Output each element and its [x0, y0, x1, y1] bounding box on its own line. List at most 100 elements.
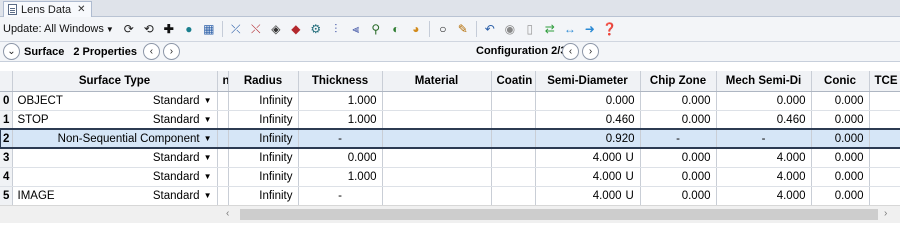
aperture-icon[interactable]: ○: [435, 21, 451, 37]
coating-cell[interactable]: [491, 148, 536, 168]
refresh-all-icon[interactable]: ⟲: [141, 21, 157, 37]
cube-2-icon[interactable]: ◆: [288, 21, 304, 37]
mech-semi-diameter-cell[interactable]: -: [716, 129, 812, 149]
thickness-cell[interactable]: -: [298, 129, 383, 149]
surface-type-cell[interactable]: Standard ▼: [12, 167, 218, 187]
cube-icon[interactable]: ◈: [268, 21, 284, 37]
help-icon[interactable]: ❓: [602, 21, 618, 37]
row-number[interactable]: 0: [0, 91, 13, 111]
comment-cell[interactable]: [217, 110, 229, 130]
close-icon[interactable]: ✕: [77, 4, 85, 15]
row-number[interactable]: 3: [0, 148, 13, 168]
conic-cell[interactable]: 0.000: [811, 186, 870, 206]
comment-cell[interactable]: [217, 129, 229, 149]
tce-cell[interactable]: 0.000: [869, 167, 900, 187]
row-number[interactable]: 4: [0, 167, 13, 187]
table-row[interactable]: 1 STOP Standard ▼ Infinity 1.000 0.460 0.000 0.4…: [0, 110, 900, 130]
mech-semi-diameter-cell[interactable]: 0.460: [716, 110, 812, 130]
arrow-right-icon[interactable]: ➜: [582, 21, 598, 37]
material-cell[interactable]: [382, 110, 492, 130]
draw-icon[interactable]: ✎: [455, 21, 471, 37]
chat-icon[interactable]: ◐: [388, 21, 404, 37]
surface-type-cell[interactable]: STOP Standard ▼: [12, 110, 218, 130]
material-cell[interactable]: [382, 167, 492, 187]
thickness-cell[interactable]: 1.000: [298, 167, 383, 187]
semi-diameter-cell[interactable]: U 4.000: [535, 186, 641, 206]
pie-icon[interactable]: ◕: [408, 21, 424, 37]
radius-cell[interactable]: Infinity: [228, 129, 299, 149]
surface-type-cell[interactable]: OBJECT Standard ▼: [12, 91, 218, 111]
conic-cell[interactable]: 0.000: [811, 148, 870, 168]
conic-cell[interactable]: 0.000: [811, 129, 870, 149]
coating-cell[interactable]: [491, 110, 536, 130]
chevron-down-icon[interactable]: ▼: [204, 115, 212, 124]
chevron-down-icon[interactable]: ▼: [204, 153, 212, 162]
mech-semi-diameter-header[interactable]: Mech Semi-Di: [716, 71, 812, 92]
radius-cell[interactable]: Infinity: [228, 110, 299, 130]
prev-config-button[interactable]: ‹: [562, 43, 579, 60]
row-number[interactable]: 1: [0, 110, 13, 130]
chevron-down-icon[interactable]: ▼: [204, 191, 212, 200]
ray-icon[interactable]: ⤫: [228, 21, 244, 37]
thickness-cell[interactable]: 1.000: [298, 110, 383, 130]
radius-cell[interactable]: Infinity: [228, 91, 299, 111]
conic-cell[interactable]: 0.000: [811, 110, 870, 130]
add-icon[interactable]: ✚: [161, 21, 177, 37]
tce-cell[interactable]: 0.000: [869, 91, 900, 111]
undo-icon[interactable]: ↶: [482, 21, 498, 37]
next-surface-button[interactable]: ›: [162, 43, 180, 60]
row-number[interactable]: 2: [0, 129, 13, 149]
row-number[interactable]: 5: [0, 186, 13, 206]
ray-2-icon[interactable]: ⤬: [248, 21, 264, 37]
radius-header[interactable]: Radius: [228, 71, 299, 92]
mech-semi-diameter-cell[interactable]: 4.000: [716, 186, 812, 206]
surface-type-header[interactable]: Surface Type: [12, 71, 218, 92]
surface-type-cell[interactable]: Standard ▼: [12, 148, 218, 168]
tce-header[interactable]: TCE x 1E-6: [869, 71, 900, 92]
collapse-chevron-icon[interactable]: ⌄: [3, 43, 20, 60]
chip-zone-cell[interactable]: 0.000: [640, 167, 717, 187]
layout-icon[interactable]: ▦: [201, 21, 217, 37]
prev-surface-button[interactable]: ‹: [142, 43, 160, 60]
update-dropdown[interactable]: Update: All Windows ▼: [3, 23, 114, 35]
refresh-icon[interactable]: ⟳: [121, 21, 137, 37]
material-cell[interactable]: [382, 129, 492, 149]
tce-cell[interactable]: 0.000: [869, 148, 900, 168]
chip-zone-cell[interactable]: 0.000: [640, 110, 717, 130]
chip-zone-cell[interactable]: 0.000: [640, 91, 717, 111]
tce-cell[interactable]: 0.000: [869, 110, 900, 130]
mech-semi-diameter-cell[interactable]: 4.000: [716, 167, 812, 187]
table-row[interactable]: 5 IMAGE Standard ▼ Infinity - U 4.000 0.000 4.000…: [0, 186, 900, 206]
thickness-cell[interactable]: -: [298, 186, 383, 206]
chip-zone-header[interactable]: Chip Zone: [640, 71, 717, 92]
semi-diameter-cell[interactable]: U 4.000: [535, 167, 641, 187]
arrows-icon[interactable]: ↔: [562, 21, 578, 37]
surface-type-cell[interactable]: IMAGE Standard ▼: [12, 186, 218, 206]
semi-diameter-cell[interactable]: 0.000: [535, 91, 641, 111]
semi-diameter-cell[interactable]: 0.920: [535, 129, 641, 149]
material-cell[interactable]: [382, 186, 492, 206]
page-icon[interactable]: ▯: [522, 21, 538, 37]
scroll-right-icon[interactable]: ›: [884, 208, 887, 219]
table-row[interactable]: 3 Standard ▼ Infinity 0.000 U 4.000 0.000 4.000 0…: [0, 148, 900, 168]
table-row[interactable]: 0 OBJECT Standard ▼ Infinity 1.000 0.000 0.000 0…: [0, 91, 900, 111]
next-config-button[interactable]: ›: [582, 43, 599, 60]
chevron-down-icon[interactable]: ▼: [204, 172, 212, 181]
material-cell[interactable]: [382, 148, 492, 168]
toggle-icon[interactable]: ◉: [502, 21, 518, 37]
coating-cell[interactable]: [491, 167, 536, 187]
conic-header[interactable]: Conic: [811, 71, 870, 92]
scan-2-icon[interactable]: ⫷: [348, 21, 364, 37]
coating-header[interactable]: Coatin: [491, 71, 536, 92]
comment-header[interactable]: nt: [217, 71, 229, 92]
coating-cell[interactable]: [491, 129, 536, 149]
swap-icon[interactable]: ⇄: [542, 21, 558, 37]
zoom-icon[interactable]: ⚲: [368, 21, 384, 37]
globe-icon[interactable]: ●: [181, 21, 197, 37]
radius-cell[interactable]: Infinity: [228, 148, 299, 168]
mech-semi-diameter-cell[interactable]: 0.000: [716, 91, 812, 111]
coating-cell[interactable]: [491, 186, 536, 206]
thickness-cell[interactable]: 0.000: [298, 148, 383, 168]
thickness-header[interactable]: Thickness: [298, 71, 383, 92]
chip-zone-cell[interactable]: 0.000: [640, 148, 717, 168]
